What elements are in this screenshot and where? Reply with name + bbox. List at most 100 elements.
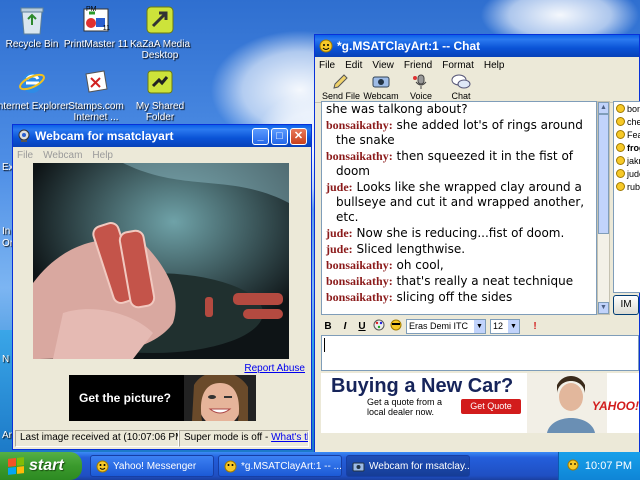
- chevron-down-icon: ▼: [474, 319, 485, 333]
- desktop-icon-label: My Shared Folder: [135, 101, 185, 123]
- desktop-icon-kazaa[interactable]: KaZaA Media Desktop: [122, 4, 198, 61]
- font-select[interactable]: Eras Demi ITC ▼: [406, 318, 486, 334]
- printmaster-icon: PM 11: [80, 4, 112, 36]
- font-size-select[interactable]: 12 ▼: [490, 318, 520, 334]
- chat-message-sender: bonsaikathy:: [326, 258, 393, 272]
- friend-name: chelyh: [627, 116, 640, 127]
- taskbar-item-chat[interactable]: *g.MSATClayArt:1 -- ...: [218, 455, 342, 477]
- maximize-button[interactable]: □: [271, 127, 288, 145]
- voice-button[interactable]: Voice: [401, 73, 441, 102]
- minimize-button[interactable]: _: [252, 127, 269, 145]
- system-tray: 10:07 PM: [558, 452, 640, 480]
- start-label: start: [29, 457, 64, 474]
- chat-message-text: slicing off the sides: [396, 290, 513, 304]
- chat-window-icon: [223, 459, 237, 473]
- friend-status-icon: [616, 143, 625, 152]
- message-input[interactable]: [321, 335, 639, 371]
- webcam-ad-text: Get the picture?: [79, 391, 172, 405]
- font-size-value: 12: [493, 321, 504, 331]
- italic-button[interactable]: I: [338, 321, 352, 332]
- get-quote-button[interactable]: Get Quote: [461, 399, 521, 414]
- scroll-down-arrow[interactable]: ▼: [598, 302, 609, 314]
- friend-list-item[interactable]: jakmia: [614, 154, 640, 167]
- chat-message-sender: jude:: [326, 226, 353, 240]
- friend-list-item[interactable]: bonsa: [614, 102, 640, 115]
- status-super-mode-text: Super mode is off -: [184, 432, 272, 443]
- format-toolbar: B I U Eras Demi ITC ▼ 12 ▼ !: [321, 317, 639, 335]
- chat-button[interactable]: Chat: [441, 73, 481, 102]
- bold-button[interactable]: B: [321, 321, 335, 332]
- friend-status-icon: [616, 169, 625, 178]
- alert-icon[interactable]: !: [528, 321, 542, 332]
- desktop-icon-shared-folder[interactable]: My Shared Folder: [122, 66, 198, 123]
- scroll-thumb[interactable]: [598, 114, 609, 234]
- send-file-icon: [332, 73, 350, 91]
- webcam-icon: [372, 73, 390, 91]
- chat-message: jude: Now she is reducing...fist of doom…: [326, 226, 592, 241]
- webcam-window-title: Webcam for msatclayart: [35, 129, 174, 143]
- chat-window: *g.MSATClayArt:1 -- Chat File Edit View …: [314, 34, 640, 454]
- menu-file[interactable]: File: [17, 150, 33, 161]
- desktop-icon-label: KaZaA Media Desktop: [129, 39, 191, 61]
- tray-yahoo-icon[interactable]: [567, 459, 579, 474]
- start-button[interactable]: start: [0, 452, 82, 480]
- emoticon-icon[interactable]: [389, 319, 403, 334]
- menu-friend[interactable]: Friend: [404, 60, 432, 71]
- friend-list-item[interactable]: chelyh: [614, 115, 640, 128]
- friend-list-item[interactable]: frogg: [614, 141, 640, 154]
- chat-bubbles-icon: [451, 73, 471, 91]
- taskbar-item-yahoo-messenger[interactable]: Yahoo! Messenger: [90, 455, 214, 477]
- friend-status-icon: [616, 182, 625, 191]
- menu-help[interactable]: Help: [92, 150, 113, 161]
- friend-list-item[interactable]: jude: [614, 167, 640, 180]
- chat-message: bonsaikathy: she added lot's of rings ar…: [326, 118, 592, 148]
- chat-message: bonsaikathy: oh cool,: [326, 258, 592, 273]
- ad-headline: Buying a New Car?: [331, 375, 514, 397]
- webcam-button[interactable]: Webcam: [361, 73, 401, 102]
- chat-window-icon: [319, 39, 333, 53]
- chat-message-sender: bonsaikathy:: [326, 274, 393, 288]
- chat-message: she was talkong about?: [326, 102, 592, 117]
- send-file-button[interactable]: Send File: [321, 73, 361, 102]
- chat-menubar: File Edit View Friend Format Help: [315, 57, 639, 73]
- friend-list[interactable]: bonsa chelyh Fearle frogg jakmia jude rubens: [613, 101, 640, 293]
- menu-format[interactable]: Format: [442, 60, 474, 71]
- friend-list-item[interactable]: Fearle: [614, 128, 640, 141]
- im-button[interactable]: IM: [613, 295, 639, 315]
- underline-button[interactable]: U: [355, 321, 369, 332]
- font-select-value: Eras Demi ITC: [409, 321, 469, 331]
- menu-help[interactable]: Help: [484, 60, 505, 71]
- webcam-window-icon: [17, 129, 31, 143]
- friend-list-item[interactable]: rubens: [614, 180, 640, 193]
- chat-log[interactable]: she was talkong about? bonsaikathy: she a…: [321, 101, 597, 315]
- chat-message-text: Now she is reducing...fist of doom.: [356, 226, 565, 240]
- webcam-ad-banner[interactable]: Get the picture?: [69, 375, 256, 421]
- printmaster-badge-top: PM: [86, 6, 97, 13]
- chat-message-text: that's really a neat technique: [396, 274, 574, 288]
- friend-status-icon: [616, 130, 625, 139]
- scroll-up-arrow[interactable]: ▲: [598, 102, 609, 114]
- recycle-bin-icon: [16, 4, 48, 36]
- color-palette-icon[interactable]: [372, 319, 386, 334]
- menu-edit[interactable]: Edit: [345, 60, 362, 71]
- chat-titlebar[interactable]: *g.MSATClayArt:1 -- Chat: [315, 35, 639, 57]
- voice-label: Voice: [409, 91, 433, 101]
- chat-scrollbar[interactable]: ▲ ▼: [597, 101, 610, 315]
- chat-message-text: Sliced lengthwise.: [356, 242, 466, 256]
- report-abuse-link[interactable]: Report Abuse: [244, 363, 305, 374]
- chat-message: bonsaikathy: then squeezed it in the fis…: [326, 149, 592, 179]
- chat-message-sender: bonsaikathy:: [326, 290, 393, 304]
- taskbar: start Yahoo! Messenger *g.MSATClayArt:1 …: [0, 452, 640, 480]
- menu-view[interactable]: View: [372, 60, 394, 71]
- taskbar-item-webcam[interactable]: Webcam for msatclay...: [346, 455, 470, 477]
- ad-subtext: Get a quote from a local dealer now.: [367, 397, 443, 417]
- taskbar-item-label: *g.MSATClayArt:1 -- ...: [241, 460, 342, 472]
- menu-file[interactable]: File: [319, 60, 335, 71]
- chat-ad-banner[interactable]: Buying a New Car? Get a quote from a loc…: [321, 373, 639, 433]
- menu-webcam[interactable]: Webcam: [43, 150, 82, 161]
- webcam-image: [33, 163, 289, 359]
- whats-this-link[interactable]: What's this?: [271, 432, 308, 443]
- webcam-titlebar[interactable]: Webcam for msatclayart _ □ ✕: [13, 125, 311, 147]
- close-button[interactable]: ✕: [290, 127, 307, 145]
- yahoo-logo: YAHOO!: [591, 399, 639, 413]
